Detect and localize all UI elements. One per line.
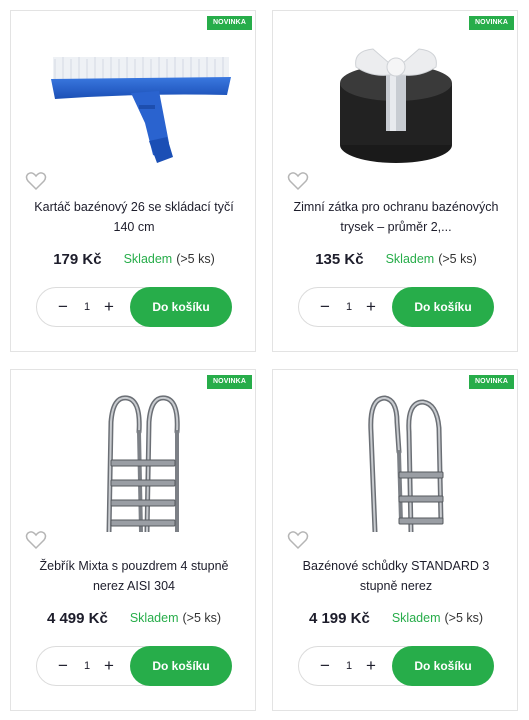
product-card: NOVINKA xyxy=(10,10,256,352)
add-to-cart-button[interactable]: Do košíku xyxy=(130,646,232,686)
price-row: 135 Kč Skladem (>5 ks) xyxy=(273,249,519,269)
qty-input[interactable]: 1 xyxy=(77,657,97,675)
price-row: 4 199 Kč Skladem (>5 ks) xyxy=(273,608,519,628)
stock-status: Skladem (>5 ks) xyxy=(130,609,221,627)
add-to-cart-button[interactable]: Do košíku xyxy=(130,287,232,327)
wishlist-heart-icon[interactable] xyxy=(287,171,309,191)
stock-status: Skladem (>5 ks) xyxy=(392,609,483,627)
add-to-cart-button[interactable]: Do košíku xyxy=(392,287,494,327)
price-row: 179 Kč Skladem (>5 ks) xyxy=(11,249,257,269)
new-badge: NOVINKA xyxy=(469,16,514,30)
product-grid: NOVINKA Kartáč bazénový 26 se skládací t… xyxy=(0,0,529,720)
stock-label: Skladem xyxy=(129,611,179,625)
stock-count: (>5 ks) xyxy=(182,611,222,625)
add-to-cart-button[interactable]: Do košíku xyxy=(392,646,494,686)
qty-increase-button[interactable]: + xyxy=(99,655,119,677)
wishlist-heart-icon[interactable] xyxy=(25,171,47,191)
product-name[interactable]: Žebřík Mixta s pouzdrem 4 stupně nerez A… xyxy=(27,556,241,596)
stock-count: (>5 ks) xyxy=(176,252,215,266)
winter-plug-icon[interactable] xyxy=(293,33,499,173)
product-price: 135 Kč xyxy=(315,250,364,268)
stock-label: Skladem xyxy=(123,252,173,266)
add-to-cart-group: − 1 + Do košíku xyxy=(298,646,494,686)
stock-status: Skladem (>5 ks) xyxy=(386,250,477,268)
new-badge: NOVINKA xyxy=(207,16,252,30)
qty-input[interactable]: 1 xyxy=(339,657,359,675)
product-name[interactable]: Kartáč bazénový 26 se skládací tyčí 140 … xyxy=(27,197,241,237)
product-card: NOVINKA xyxy=(10,369,256,711)
add-to-cart-group: − 1 + Do košíku xyxy=(36,646,232,686)
product-price: 4 199 Kč xyxy=(308,609,370,627)
new-badge: NOVINKA xyxy=(207,375,252,389)
product-name[interactable]: Zimní zátka pro ochranu bazénových tryse… xyxy=(289,197,503,237)
product-card: NOVINKA Bazénové schůdky STANDARD 3 stup… xyxy=(272,369,518,711)
product-card: NOVINKA Zimní zátka pro ochranu bazénový… xyxy=(272,10,518,352)
qty-increase-button[interactable]: + xyxy=(361,296,381,318)
qty-input[interactable]: 1 xyxy=(339,298,359,316)
add-to-cart-group: − 1 + Do košíku xyxy=(36,287,232,327)
stock-label: Skladem xyxy=(391,611,441,625)
wishlist-heart-icon[interactable] xyxy=(287,530,309,550)
add-to-cart-group: − 1 + Do košíku xyxy=(298,287,494,327)
qty-decrease-button[interactable]: − xyxy=(315,296,335,318)
stock-count: (>5 ks) xyxy=(438,252,477,266)
qty-input[interactable]: 1 xyxy=(77,298,97,316)
qty-decrease-button[interactable]: − xyxy=(315,655,335,677)
wishlist-heart-icon[interactable] xyxy=(25,530,47,550)
qty-increase-button[interactable]: + xyxy=(361,655,381,677)
pool-ladder-3-steps-icon[interactable] xyxy=(293,392,499,532)
price-row: 4 499 Kč Skladem (>5 ks) xyxy=(11,608,257,628)
pool-brush-icon[interactable] xyxy=(31,33,237,173)
qty-decrease-button[interactable]: − xyxy=(53,655,73,677)
new-badge: NOVINKA xyxy=(469,375,514,389)
stock-count: (>5 ks) xyxy=(444,611,484,625)
qty-increase-button[interactable]: + xyxy=(99,296,119,318)
product-name[interactable]: Bazénové schůdky STANDARD 3 stupně nerez xyxy=(289,556,503,596)
product-price: 4 499 Kč xyxy=(46,609,108,627)
pool-ladder-4-steps-icon[interactable] xyxy=(31,392,237,532)
stock-status: Skladem (>5 ks) xyxy=(124,250,215,268)
product-price: 179 Kč xyxy=(53,250,102,268)
stock-label: Skladem xyxy=(385,252,435,266)
qty-decrease-button[interactable]: − xyxy=(53,296,73,318)
